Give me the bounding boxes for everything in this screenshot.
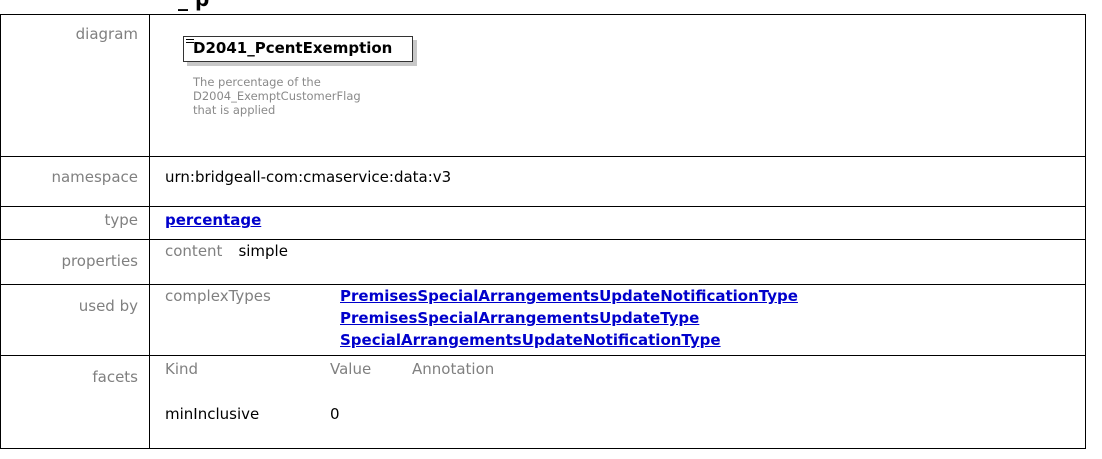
row-used-by: used by complexTypes PremisesSpecialArra…	[0, 284, 1086, 356]
facet-value: 0	[330, 405, 340, 423]
properties-inner-table: content simple	[165, 242, 288, 284]
label-cell: namespace	[0, 156, 150, 207]
property-value: simple	[238, 242, 288, 260]
type-link[interactable]: percentage	[165, 211, 261, 229]
row-label-facets: facets	[92, 368, 138, 386]
facets-row: minInclusive 0	[165, 403, 494, 448]
facets-inner-table: Kind Value Annotation minInclusive 0	[165, 358, 494, 448]
label-cell: properties	[0, 239, 150, 285]
namespace-value: urn:bridgeall-com:cmaservice:data:v3	[165, 168, 452, 186]
label-cell: facets	[0, 355, 150, 449]
row-label-properties: properties	[61, 252, 138, 270]
element-box: D2041_PcentExemption	[183, 36, 413, 62]
facets-header-annotation: Annotation	[412, 360, 495, 378]
value-cell: percentage	[149, 206, 1086, 240]
used-by-link[interactable]: SpecialArrangementsUpdateNotificationTyp…	[340, 329, 798, 351]
row-facets: facets Kind Value Annotation minInclusiv…	[0, 355, 1086, 449]
value-cell: urn:bridgeall-com:cmaservice:data:v3	[149, 156, 1086, 207]
row-type: type percentage	[0, 206, 1086, 240]
page-title-fragment: _ p	[178, 0, 209, 11]
used-by-key: complexTypes	[165, 287, 271, 305]
properties-table: diagram D2041_PcentExemption The percent…	[0, 14, 1086, 449]
row-label-used-by: used by	[78, 297, 138, 315]
facets-header-kind: Kind	[165, 360, 199, 378]
facet-annotation	[412, 403, 494, 448]
element-name: D2041_PcentExemption	[193, 39, 393, 57]
label-cell: type	[0, 206, 150, 240]
used-by-inner-table: complexTypes PremisesSpecialArrangements…	[165, 285, 798, 355]
value-cell: Kind Value Annotation minInclusive 0	[149, 355, 1086, 449]
label-cell: used by	[0, 284, 150, 356]
facets-header-value: Value	[330, 360, 372, 378]
diagram: D2041_PcentExemption The percentage of t…	[183, 36, 413, 117]
element-icon	[186, 39, 194, 45]
doc-line: D2004_ExemptCustomerFlag	[193, 89, 361, 103]
facet-kind: minInclusive	[165, 405, 260, 423]
used-by-link[interactable]: PremisesSpecialArrangementsUpdateType	[340, 307, 798, 329]
row-properties: properties content simple	[0, 239, 1086, 285]
label-cell: diagram	[0, 14, 150, 157]
used-by-link[interactable]: PremisesSpecialArrangementsUpdateNotific…	[340, 285, 798, 307]
property-key: content	[165, 242, 223, 260]
value-cell: complexTypes PremisesSpecialArrangements…	[149, 284, 1086, 356]
row-diagram: diagram D2041_PcentExemption The percent…	[0, 14, 1086, 157]
row-label-diagram: diagram	[75, 25, 138, 43]
value-cell: content simple	[149, 239, 1086, 285]
row-label-namespace: namespace	[51, 168, 138, 186]
facets-header-row: Kind Value Annotation	[165, 358, 494, 403]
value-cell: D2041_PcentExemption The percentage of t…	[149, 14, 1086, 157]
doc-line: that is applied	[193, 103, 276, 117]
row-label-type: type	[104, 211, 138, 229]
doc-line: The percentage of the	[193, 75, 321, 89]
row-namespace: namespace urn:bridgeall-com:cmaservice:d…	[0, 156, 1086, 207]
element-documentation: The percentage of the D2004_ExemptCustom…	[193, 75, 413, 117]
